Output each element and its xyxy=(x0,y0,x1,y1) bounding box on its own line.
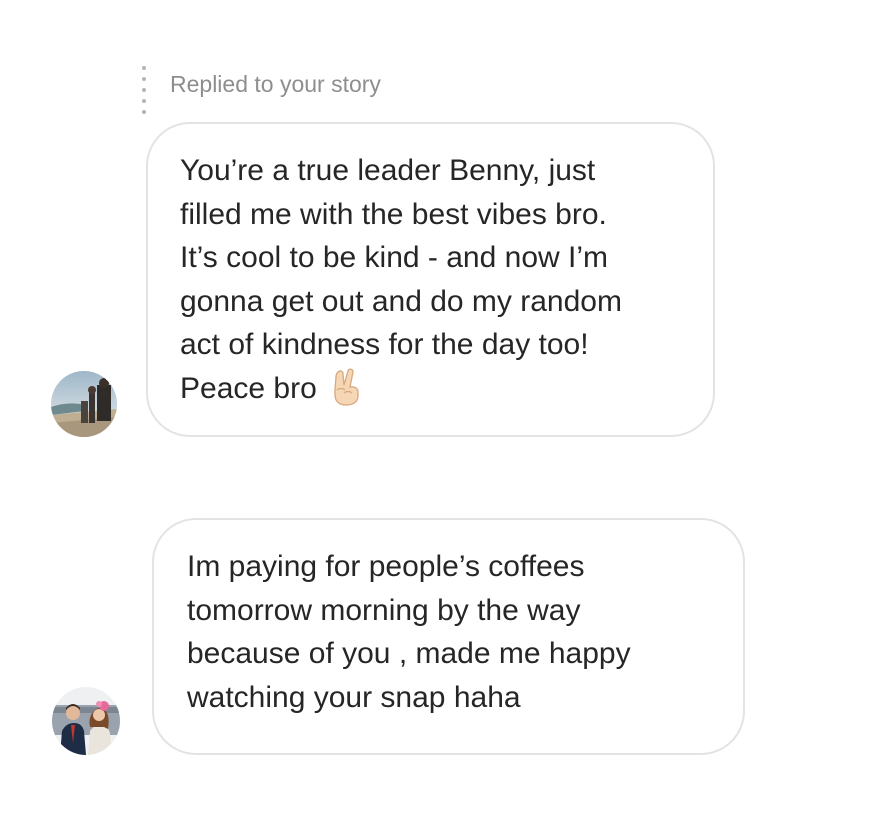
message-line: because of you , made me happy xyxy=(187,637,631,670)
story-reply-context[interactable]: Replied to your story xyxy=(140,66,381,114)
message-line-last: Peace bro xyxy=(180,367,683,419)
message-line: tomorrow morning by the way xyxy=(187,593,581,627)
message-bubble-1[interactable]: You’re a true leader Benny, just filled … xyxy=(146,122,715,437)
story-reply-label: Replied to your story xyxy=(170,71,381,97)
message-bubble-2[interactable]: Im paying for people’s coffees tomorrow … xyxy=(152,518,745,755)
message-line: It’s cool to be kind - and now I’m xyxy=(180,241,608,274)
sender-avatar[interactable] xyxy=(51,371,117,437)
message-line: gonna get out and do my random xyxy=(180,284,622,318)
message-line: filled me with the best vibes bro. xyxy=(180,197,607,231)
message-line: You’re a true leader Benny, just xyxy=(180,154,596,187)
message-line: watching your snap haha xyxy=(187,680,521,714)
victory-hand-emoji-icon xyxy=(329,368,363,419)
message-text: Peace bro xyxy=(180,371,317,405)
message-line: act of kindness for the day too! xyxy=(180,328,589,361)
sender-avatar[interactable] xyxy=(52,687,120,755)
reply-thread-line xyxy=(140,66,148,114)
message-line: Im paying for people’s coffees xyxy=(187,550,585,583)
